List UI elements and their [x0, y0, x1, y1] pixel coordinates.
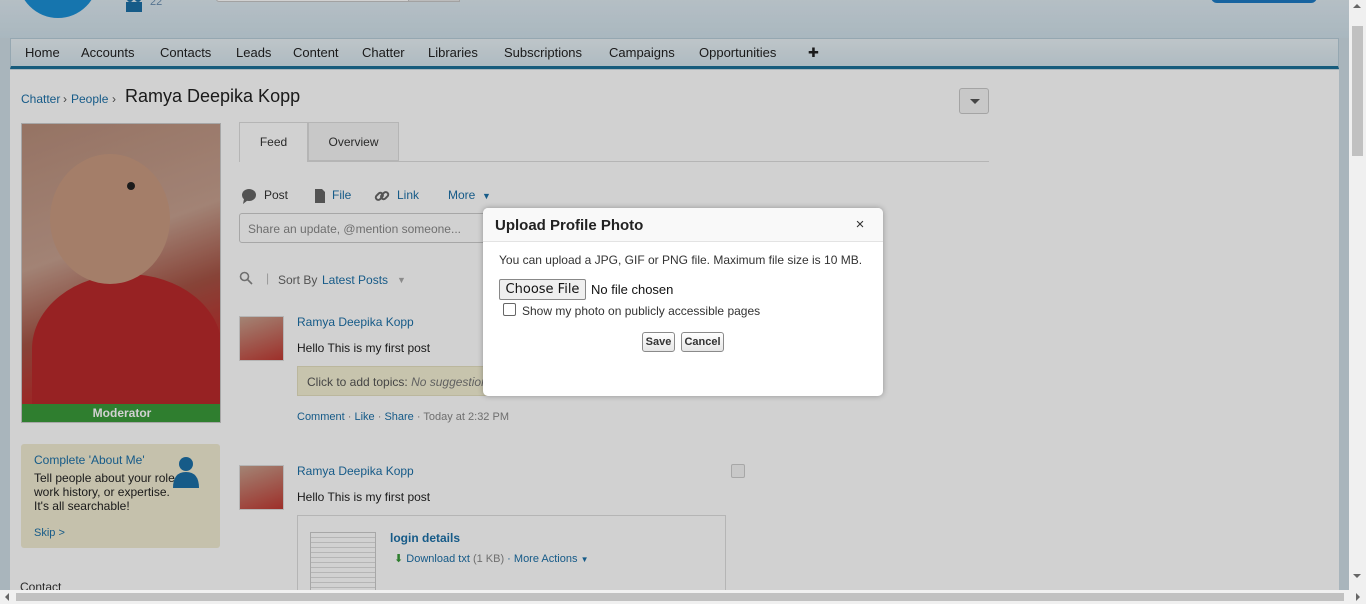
vertical-scrollbar[interactable] [1349, 0, 1366, 590]
public-photo-label[interactable]: Show my photo on publicly accessible pag… [522, 304, 760, 318]
scroll-up-arrow-icon[interactable] [1353, 4, 1361, 8]
choose-file-button[interactable]: Choose File [499, 279, 586, 300]
save-button[interactable]: Save [642, 332, 675, 352]
scroll-right-arrow-icon[interactable] [1356, 593, 1360, 601]
public-photo-checkbox[interactable] [503, 303, 516, 316]
scroll-left-arrow-icon[interactable] [5, 593, 9, 601]
vertical-scroll-thumb[interactable] [1352, 26, 1363, 156]
upload-photo-dialog: Upload Profile Photo × You can upload a … [483, 208, 883, 396]
horizontal-scrollbar[interactable] [0, 590, 1366, 604]
horizontal-scroll-thumb[interactable] [16, 593, 1344, 601]
upload-info-text: You can upload a JPG, GIF or PNG file. M… [499, 253, 863, 267]
cancel-button[interactable]: Cancel [681, 332, 724, 352]
no-file-chosen-text: No file chosen [591, 282, 674, 297]
close-icon[interactable]: × [852, 217, 868, 233]
dialog-title: Upload Profile Photo [495, 217, 644, 234]
dialog-header: Upload Profile Photo × [483, 208, 883, 242]
scroll-down-arrow-icon[interactable] [1353, 574, 1361, 578]
